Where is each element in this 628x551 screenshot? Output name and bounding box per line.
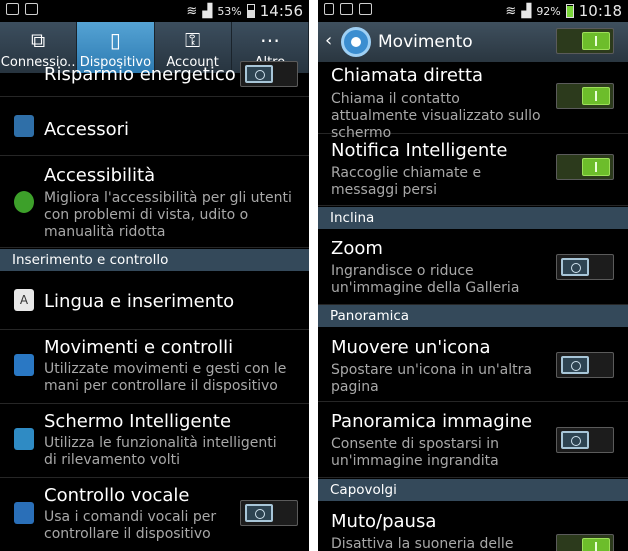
power-saving-toggle[interactable] <box>240 61 298 87</box>
image-icon <box>340 3 353 15</box>
smart-alert-toggle[interactable] <box>556 154 614 180</box>
wifi-icon: ≋ <box>505 3 517 19</box>
connections-icon: ⧉ <box>30 28 46 52</box>
hand-icon <box>14 191 34 213</box>
list-item-pan-image[interactable]: Panoramica immagine Consente di spostars… <box>318 402 628 478</box>
battery-icon <box>246 4 255 18</box>
list-item-move-icon[interactable]: Muovere un'icona Spostare un'icona in un… <box>318 328 628 402</box>
battery-icon <box>565 4 574 18</box>
key-icon: ⚿ <box>185 28 201 52</box>
usb-icon <box>324 3 334 15</box>
image-icon <box>25 3 38 15</box>
wifi-icon: ≋ <box>186 3 198 19</box>
list-item-mute-pause[interactable]: Muto/pausa Disattiva la suoneria delle <box>318 502 628 551</box>
more-icon: ⋯ <box>259 28 280 52</box>
device-icon: ▯ <box>109 28 121 52</box>
list-item-smart-screen[interactable]: Schermo Intelligente Utilizza le funzion… <box>0 404 309 478</box>
zoom-toggle[interactable] <box>556 254 614 280</box>
clock: 14:56 <box>259 2 303 20</box>
motion-icon <box>14 354 34 376</box>
list-item-power-saving[interactable]: Risparmio energetico <box>0 61 309 97</box>
list-item-direct-call[interactable]: Chiamata diretta Chiama il contatto attu… <box>318 63 628 141</box>
gear-icon <box>341 27 371 57</box>
battery-percent: 92% <box>536 4 561 18</box>
left-phone-screen: ≋ ▟ 53% 14:56 ⧉ Connessio.. ▯ Dispositiv… <box>0 0 309 551</box>
signal-icon: ▟ <box>202 3 213 19</box>
accessories-icon <box>14 115 34 137</box>
status-bar: ≋ ▟ 92% 10:18 <box>318 0 628 22</box>
clock: 10:18 <box>578 2 622 20</box>
list-item-language-input[interactable]: A Lingua e inserimento <box>0 272 309 330</box>
section-input-control: Inserimento e controllo <box>0 249 309 271</box>
email-icon <box>359 3 372 15</box>
keyboard-icon: A <box>14 289 34 311</box>
section-turn-over: Capovolgi <box>318 479 628 501</box>
page-title: Movimento <box>378 32 473 52</box>
pan-image-toggle[interactable] <box>556 427 614 453</box>
list-item-accessories[interactable]: Accessori <box>0 97 309 156</box>
smart-screen-icon <box>14 428 34 450</box>
direct-call-toggle[interactable] <box>556 83 614 109</box>
motion-header: ‹ Movimento <box>318 22 628 62</box>
list-item-zoom[interactable]: Zoom Ingrandisce o riduce un'immagine de… <box>318 230 628 305</box>
right-phone-screen: ≋ ▟ 92% 10:18 ‹ Movimento Chiamata diret… <box>318 0 628 551</box>
battery-percent: 53% <box>217 4 242 18</box>
notification-icon <box>6 3 19 15</box>
section-tilt: Inclina <box>318 207 628 229</box>
motion-master-toggle[interactable] <box>556 28 614 54</box>
move-icon-toggle[interactable] <box>556 352 614 378</box>
list-item-accessibility[interactable]: Accessibilità Migliora l'accessibilità p… <box>0 156 309 248</box>
list-item-motions[interactable]: Movimenti e controlli Utilizzate movimen… <box>0 330 309 404</box>
section-panning: Panoramica <box>318 305 628 327</box>
microphone-icon <box>14 502 34 524</box>
voice-control-toggle[interactable] <box>240 500 298 526</box>
status-bar: ≋ ▟ 53% 14:56 <box>0 0 309 22</box>
list-item-smart-alert[interactable]: Notifica Intelligente Raccoglie chiamate… <box>318 134 628 206</box>
back-chevron-icon[interactable]: ‹ <box>325 30 332 51</box>
list-item-voice-control[interactable]: Controllo vocale Usa i comandi vocali pe… <box>0 478 309 551</box>
mute-pause-toggle[interactable] <box>556 534 614 551</box>
signal-icon: ▟ <box>521 3 532 19</box>
